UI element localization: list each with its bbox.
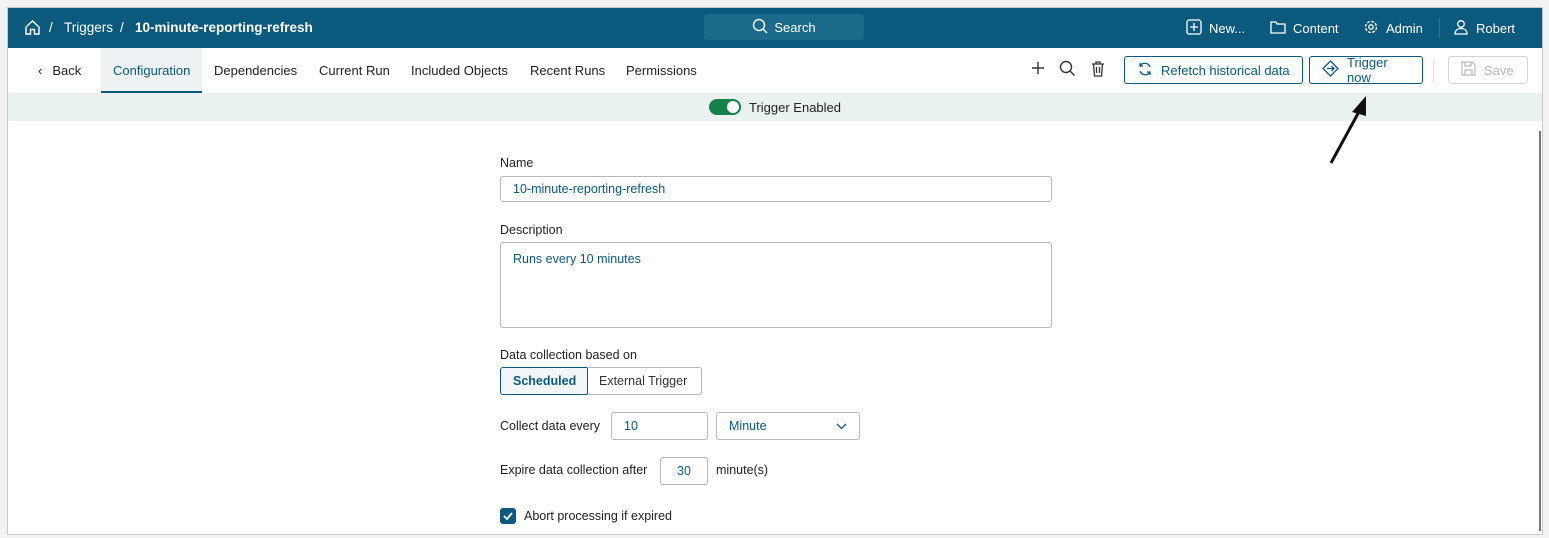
external-trigger-option[interactable]: External Trigger: [587, 367, 702, 395]
based-on-label: Data collection based on: [500, 348, 637, 362]
content-label: Content: [1293, 21, 1339, 36]
trigger-now-button[interactable]: Trigger now: [1309, 55, 1423, 85]
tab-recent-runs[interactable]: Recent Runs: [530, 48, 605, 93]
new-button[interactable]: New...: [1186, 19, 1245, 38]
abort-checkbox[interactable]: [500, 508, 516, 524]
search-label: Search: [774, 19, 816, 35]
name-label: Name: [500, 156, 534, 170]
name-input[interactable]: 10-minute-reporting-refresh: [500, 176, 1052, 202]
divider: [1433, 60, 1434, 82]
tab-included-objects[interactable]: Included Objects: [411, 48, 508, 93]
app-window: / Triggers / 10-minute-reporting-refresh…: [7, 7, 1543, 535]
search-icon: [752, 18, 768, 37]
scheduled-option[interactable]: Scheduled: [500, 367, 588, 395]
back-label: Back: [52, 63, 82, 78]
content-button[interactable]: Content: [1270, 19, 1339, 38]
collect-unit-select[interactable]: Minute: [716, 412, 860, 440]
tab-configuration[interactable]: Configuration: [101, 48, 203, 93]
abort-label: Abort processing if expired: [524, 509, 672, 523]
expire-input[interactable]: 30: [660, 457, 708, 485]
chevron-left-icon: ‹: [38, 63, 43, 78]
top-header: / Triggers / 10-minute-reporting-refresh…: [8, 8, 1542, 48]
search-button[interactable]: Search: [704, 14, 864, 40]
tab-current-run[interactable]: Current Run: [319, 48, 390, 93]
tab-dependencies[interactable]: Dependencies: [214, 48, 297, 93]
trigger-diamond-icon: [1322, 60, 1339, 80]
divider: [1439, 18, 1440, 38]
expire-unit-label: minute(s): [716, 463, 769, 477]
gear-icon: [1363, 19, 1379, 38]
trigger-enabled-label: Trigger Enabled: [748, 99, 841, 115]
back-button[interactable]: ‹ Back: [38, 48, 81, 93]
admin-button[interactable]: Admin: [1363, 19, 1423, 38]
save-icon: [1461, 61, 1476, 79]
refresh-icon: [1137, 61, 1153, 80]
folder-icon: [1270, 19, 1286, 38]
user-label: Robert: [1476, 21, 1516, 36]
trigger-now-label: Trigger now: [1347, 55, 1388, 85]
trash-icon[interactable]: [1090, 60, 1106, 80]
description-label: Description: [500, 223, 563, 237]
add-icon[interactable]: [1030, 60, 1046, 79]
breadcrumb-separator: /: [120, 20, 124, 35]
collect-label: Collect data every: [500, 419, 601, 433]
tab-permissions[interactable]: Permissions: [626, 48, 697, 93]
tab-bar: ‹ Back Configuration Dependencies Current…: [8, 48, 1542, 93]
refetch-historical-data-button[interactable]: Refetch historical data: [1124, 56, 1303, 84]
save-label: Save: [1484, 62, 1514, 78]
breadcrumb-current: 10-minute-reporting-refresh: [135, 20, 313, 35]
description-textarea[interactable]: Runs every 10 minutes: [500, 242, 1052, 328]
breadcrumb-triggers[interactable]: Triggers: [64, 20, 113, 35]
plus-square-icon: [1186, 19, 1202, 38]
scrollbar[interactable]: [1539, 131, 1541, 531]
trigger-enabled-banner: Trigger Enabled: [8, 93, 1542, 121]
breadcrumb-separator: /: [49, 20, 53, 35]
chevron-down-icon: [836, 419, 847, 433]
collect-unit-value: Minute: [729, 419, 767, 433]
admin-label: Admin: [1386, 21, 1423, 36]
check-icon: [503, 512, 513, 521]
collect-interval-input[interactable]: 10: [611, 412, 708, 440]
trigger-enabled-toggle[interactable]: [708, 99, 741, 115]
new-label: New...: [1209, 21, 1246, 36]
user-menu[interactable]: Robert: [1453, 19, 1515, 38]
refetch-label: Refetch historical data: [1161, 62, 1290, 78]
user-icon: [1453, 19, 1469, 38]
home-icon[interactable]: [24, 19, 41, 39]
annotation-arrow-icon: [1329, 96, 1366, 164]
expire-label: Expire data collection after: [500, 463, 648, 477]
save-button[interactable]: Save: [1448, 56, 1528, 84]
search-icon[interactable]: [1059, 60, 1076, 80]
